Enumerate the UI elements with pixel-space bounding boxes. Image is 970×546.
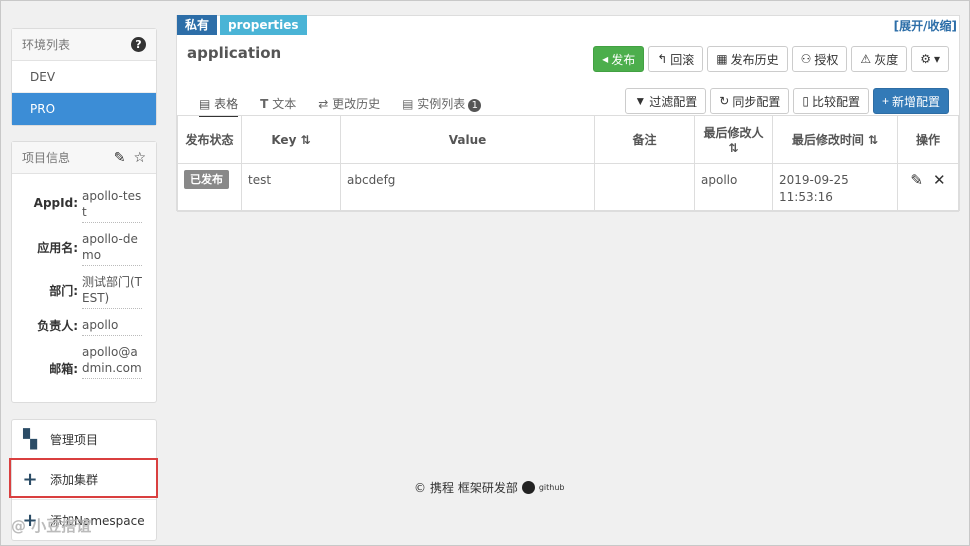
edit-icon[interactable]: ✎ — [114, 151, 126, 165]
info-owner-label: 负责人: — [37, 319, 78, 333]
info-appid-value: apollo-test — [82, 188, 142, 223]
github-icon[interactable] — [521, 481, 535, 494]
sync-config-button[interactable]: ↻ 同步配置 — [710, 88, 790, 114]
col-comment: 备注 — [594, 115, 695, 164]
tab-text[interactable]: T 文本 — [260, 95, 296, 117]
col-modifier[interactable]: 最后修改人 ⇅ — [694, 115, 773, 164]
refresh-icon: ↻ — [719, 94, 730, 108]
watermark-text: @ 小豆搭谊 — [11, 517, 92, 535]
info-owner-row: 负责人: apollo — [12, 317, 156, 336]
sort-icon: ⇅ — [868, 133, 879, 147]
app-frame: 环境列表 ? DEV PRO 项目信息 ✎ ☆ AppId: apollo-te… — [0, 0, 970, 546]
cell-time: 2019-09-25 11:53:16 — [772, 163, 898, 212]
sort-icon: ⇅ — [300, 132, 311, 147]
config-table: 发布状态 Key ⇅ Value 备注 最后修改人 ⇅ 最后修改时间 ⇅ 操作 已… — [177, 115, 959, 212]
info-email-value: apollo@admin.com — [82, 344, 142, 379]
grid-icon: ▚ — [23, 429, 37, 450]
plus-icon: + — [881, 94, 889, 108]
tab-change-history[interactable]: ⇄ 更改历史 — [318, 95, 380, 117]
view-tabs: ▤ 表格 T 文本 ⇄ 更改历史 ▤ 实例列表 1 — [199, 95, 482, 117]
env-item-pro[interactable]: PRO — [12, 93, 156, 125]
footer: © 携程 框架研发部 github — [414, 479, 564, 496]
info-email-row: 邮箱: apollo@admin.com — [12, 344, 156, 379]
status-badge: 已发布 — [184, 170, 229, 189]
col-time[interactable]: 最后修改时间 ⇅ — [772, 115, 898, 164]
env-list-title: 环境列表 — [22, 38, 71, 52]
info-appname-label: 应用名: — [37, 241, 78, 255]
filter-config-button[interactable]: ▼ 过滤配置 — [625, 88, 707, 114]
info-dept-value: 测试部门(TEST) — [82, 274, 142, 309]
col-ops: 操作 — [897, 115, 959, 164]
manage-project-label: 管理项目 — [50, 433, 99, 447]
rollback-button[interactable]: ↰ 回滚 — [648, 46, 704, 72]
info-email-label: 邮箱: — [49, 362, 78, 376]
caret-down-icon: ▾ — [933, 52, 940, 66]
footer-text: 携程 框架研发部 — [430, 481, 518, 495]
delete-icon[interactable]: ✕ — [933, 172, 946, 189]
sort-icon: ⇅ — [728, 141, 739, 155]
add-config-button[interactable]: + 新增配置 — [872, 88, 949, 114]
config-toolbar: ▼ 过滤配置 ↻ 同步配置 ▯ 比较配置 + 新增配置 — [625, 88, 949, 114]
cell-comment — [594, 163, 695, 212]
col-status: 发布状态 — [177, 115, 242, 164]
warning-icon: ⚠ — [860, 52, 872, 66]
publish-history-button[interactable]: ▦ 发布历史 — [707, 46, 788, 72]
cell-modifier: apollo — [694, 163, 773, 212]
col-key[interactable]: Key ⇅ — [241, 115, 341, 164]
instances-count-badge: 1 — [468, 99, 482, 112]
info-dept-label: 部门: — [49, 284, 78, 298]
send-icon: ◂ — [602, 52, 609, 66]
namespace-name: application — [187, 44, 282, 62]
expand-collapse-link[interactable]: [展开/收缩] — [894, 17, 957, 34]
gray-release-button[interactable]: ⚠ 灰度 — [851, 46, 908, 72]
env-list-panel: 环境列表 ? DEV PRO — [11, 28, 157, 126]
help-icon[interactable]: ? — [131, 37, 146, 52]
col-value: Value — [340, 115, 595, 164]
info-owner-value: apollo — [82, 317, 142, 336]
settings-dropdown-button[interactable]: ⚙ ▾ — [911, 46, 949, 72]
info-appname-value: apollo-demo — [82, 231, 142, 266]
project-info-title: 项目信息 — [22, 151, 71, 165]
user-icon: ⚇ — [800, 52, 812, 66]
project-info-header: 项目信息 ✎ ☆ — [12, 142, 156, 174]
info-appid-label: AppId: — [33, 196, 78, 210]
undo-icon: ↰ — [657, 52, 668, 66]
namespace-toolbar: ◂ 发布 ↰ 回滚 ▦ 发布历史 ⚇ 授权 ⚠ 灰度 ⚙ ▾ — [593, 46, 949, 72]
cell-key: test — [241, 163, 341, 212]
github-link[interactable]: github — [539, 483, 565, 492]
add-cluster-item[interactable]: + 添加集群 — [12, 460, 156, 500]
namespace-panel: 私有 properties [展开/收缩] application ◂ 发布 ↰ 回… — [176, 15, 960, 212]
add-cluster-label: 添加集群 — [50, 473, 99, 487]
manage-project-item[interactable]: ▚ 管理项目 — [12, 420, 156, 460]
compare-config-button[interactable]: ▯ 比较配置 — [793, 88, 869, 114]
info-appname-row: 应用名: apollo-demo — [12, 231, 156, 266]
edit-icon[interactable]: ✎ — [910, 172, 923, 189]
table-header-row: 发布状态 Key ⇅ Value 备注 最后修改人 ⇅ 最后修改时间 ⇅ 操作 — [177, 115, 959, 164]
calendar-icon: ▦ — [716, 52, 728, 66]
env-list-header: 环境列表 ? — [12, 29, 156, 61]
private-tag: 私有 — [177, 15, 218, 35]
format-tag: properties — [220, 15, 307, 35]
tab-table[interactable]: ▤ 表格 — [199, 95, 239, 117]
filter-icon: ▼ — [634, 94, 647, 108]
star-icon[interactable]: ☆ — [133, 151, 146, 165]
publish-button[interactable]: ◂ 发布 — [593, 46, 645, 72]
gear-icon: ⚙ — [920, 52, 931, 66]
cell-value: abcdefg — [340, 163, 595, 212]
file-icon: ▯ — [802, 94, 809, 108]
grant-button[interactable]: ⚇ 授权 — [791, 46, 848, 72]
info-dept-row: 部门: 测试部门(TEST) — [12, 274, 156, 309]
table-row: 已发布 test abcdefg apollo 2019-09-25 11:53… — [177, 163, 959, 212]
info-appid-row: AppId: apollo-test — [12, 188, 156, 223]
env-item-dev[interactable]: DEV — [12, 61, 156, 93]
project-info-panel: 项目信息 ✎ ☆ AppId: apollo-test 应用名: apollo-… — [11, 141, 157, 403]
plus-icon: + — [22, 469, 38, 490]
tab-instances[interactable]: ▤ 实例列表 1 — [402, 95, 482, 117]
copyright-icon: © — [414, 480, 426, 495]
